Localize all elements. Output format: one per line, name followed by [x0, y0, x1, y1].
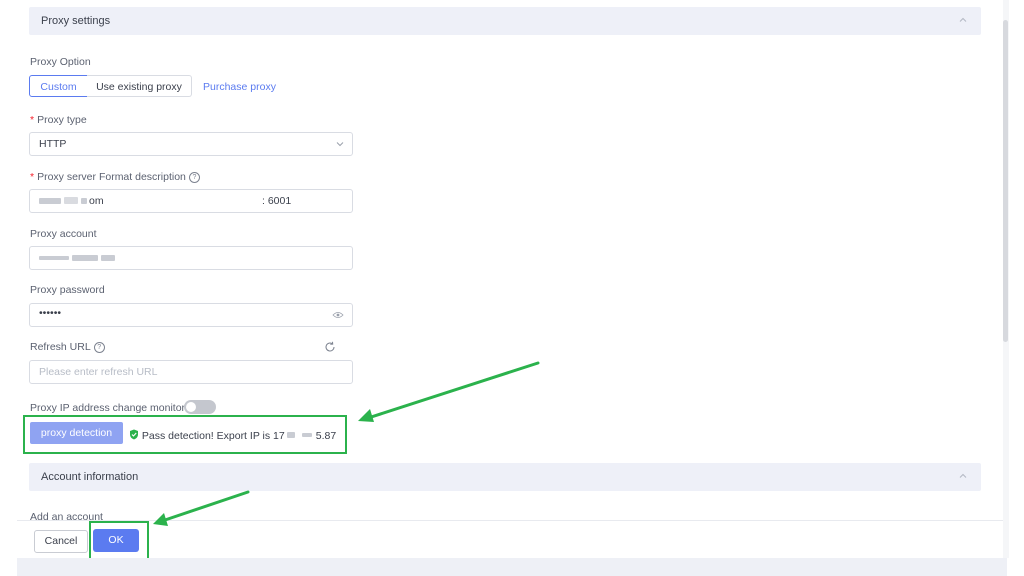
proxy-type-label: * Proxy type — [30, 114, 87, 126]
refresh-url-label: Refresh URL? — [30, 341, 105, 353]
proxy-settings-header[interactable]: Proxy settings — [29, 7, 981, 35]
chevron-up-icon[interactable] — [957, 470, 969, 482]
proxy-account-label: Proxy account — [30, 228, 97, 240]
proxy-account-input[interactable] — [29, 246, 353, 270]
proxy-password-value: •••••• — [39, 307, 62, 319]
footer-action-bar — [17, 520, 1005, 559]
help-icon[interactable]: ? — [188, 171, 200, 183]
proxy-type-select[interactable]: HTTP — [29, 132, 353, 156]
account-info-title: Account information — [41, 471, 139, 483]
chevron-up-icon[interactable] — [957, 14, 969, 26]
proxy-server-label-text: Proxy server Format description — [37, 171, 186, 183]
annotation-box-ok — [89, 521, 149, 560]
ip-monitor-label: Proxy IP address change monitor — [30, 402, 186, 414]
refresh-icon[interactable] — [324, 341, 336, 353]
required-mark: * — [30, 114, 35, 126]
proxy-server-host: om — [89, 195, 104, 207]
proxy-server-port: : 6001 — [262, 195, 292, 207]
proxy-server-label: * Proxy server Format description? — [30, 171, 200, 183]
help-icon[interactable]: ? — [93, 341, 105, 353]
proxy-type-value: HTTP — [39, 138, 67, 150]
arrow-to-detection — [358, 361, 540, 422]
refresh-url-input[interactable]: Please enter refresh URL — [29, 360, 353, 384]
redacted-text — [39, 256, 69, 260]
purchase-proxy-link[interactable]: Purchase proxy — [203, 81, 276, 93]
redacted-text — [72, 255, 98, 261]
annotation-box-detection — [23, 415, 347, 454]
refresh-url-label-text: Refresh URL — [30, 341, 91, 353]
ip-monitor-toggle[interactable] — [184, 400, 216, 414]
proxy-settings-title: Proxy settings — [41, 15, 111, 27]
account-info-header[interactable]: Account information — [29, 463, 981, 491]
scrollbar-thumb[interactable] — [1003, 20, 1008, 342]
required-mark: * — [30, 171, 35, 183]
chevron-down-icon — [336, 142, 344, 147]
toggle-knob — [186, 402, 196, 412]
bottom-strip — [17, 558, 1007, 576]
proxy-option-custom[interactable]: Custom — [29, 75, 88, 97]
cancel-button[interactable]: Cancel — [34, 530, 88, 553]
redacted-text — [64, 197, 78, 204]
proxy-password-label: Proxy password — [30, 284, 105, 296]
redacted-text — [81, 198, 87, 204]
redacted-text — [101, 255, 115, 261]
proxy-option-label: Proxy Option — [30, 56, 91, 68]
proxy-option-existing[interactable]: Use existing proxy — [87, 75, 192, 97]
proxy-server-input[interactable]: om : 6001 — [29, 189, 353, 213]
eye-icon[interactable] — [332, 310, 344, 320]
redacted-text — [39, 198, 61, 204]
proxy-type-label-text: Proxy type — [37, 114, 87, 126]
proxy-password-input[interactable]: •••••• — [29, 303, 353, 327]
refresh-url-placeholder: Please enter refresh URL — [39, 366, 158, 378]
